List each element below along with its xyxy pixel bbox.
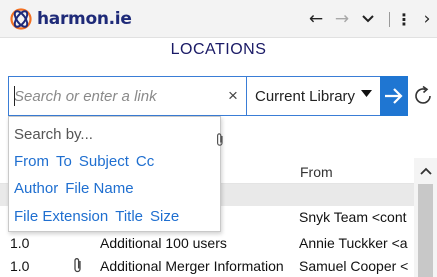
search-by-dropdown: Search by... From To Subject Cc Author F… xyxy=(8,116,221,232)
row-version: 1.0 xyxy=(10,235,30,251)
search-by-file-name[interactable]: File Name xyxy=(65,180,133,197)
paperclip-icon xyxy=(74,258,81,273)
attachment-column-icon xyxy=(217,133,223,146)
chevron-up-icon xyxy=(419,167,432,175)
search-by-row: From To Subject Cc xyxy=(14,153,154,170)
table-row[interactable]: 1.0 Additional Merger Information Samuel… xyxy=(0,255,414,277)
row-subject: Additional 100 users xyxy=(100,235,227,251)
search-by-size[interactable]: Size xyxy=(150,208,179,225)
search-by-row: Author File Name xyxy=(14,180,134,197)
arrow-right-icon xyxy=(385,88,403,104)
top-toolbar: harmon.ie ← → ⋮ › xyxy=(0,0,437,38)
search-scope-select[interactable]: Current Library xyxy=(247,76,380,116)
search-box[interactable]: × xyxy=(8,76,247,116)
row-from: Annie Tuckker <a xyxy=(299,235,408,251)
harmonie-logo-icon xyxy=(10,8,32,30)
caret-down-icon xyxy=(361,90,372,97)
toolbar-divider xyxy=(389,12,390,27)
search-by-title[interactable]: Title xyxy=(115,208,143,225)
column-header-from[interactable]: From xyxy=(300,164,333,180)
search-by-author[interactable]: Author xyxy=(14,180,58,197)
row-version: 1.0 xyxy=(10,258,30,274)
row-from: Snyk Team <cont xyxy=(299,209,407,225)
search-by-file-extension[interactable]: File Extension xyxy=(14,208,108,225)
row-from: Samuel Cooper < xyxy=(299,258,409,274)
scrollbar-thumb[interactable] xyxy=(418,184,433,277)
search-by-heading: Search by... xyxy=(14,126,93,143)
search-input[interactable] xyxy=(14,85,224,107)
clear-search-icon[interactable]: × xyxy=(228,86,238,106)
refresh-icon[interactable] xyxy=(411,84,435,108)
search-by-from[interactable]: From xyxy=(14,153,49,170)
scroll-up-icon[interactable] xyxy=(414,160,437,182)
forward-arrow-icon[interactable]: → xyxy=(331,6,353,32)
row-subject: Additional Merger Information xyxy=(100,258,284,274)
text-caret xyxy=(14,86,15,106)
search-by-to[interactable]: To xyxy=(56,153,72,170)
expand-chevron-icon[interactable]: › xyxy=(418,6,436,32)
more-options-icon[interactable]: ⋮ xyxy=(394,6,414,32)
table-row[interactable]: 1.0 Additional 100 users Annie Tuckker <… xyxy=(0,232,414,254)
search-go-button[interactable] xyxy=(380,76,408,116)
search-scope-value: Current Library xyxy=(255,87,356,105)
back-arrow-icon[interactable]: ← xyxy=(305,6,327,32)
logo-text: harmon.ie xyxy=(37,9,132,29)
search-by-row: File Extension Title Size xyxy=(14,208,179,225)
app-logo: harmon.ie xyxy=(10,8,132,30)
search-by-cc[interactable]: Cc xyxy=(136,153,154,170)
search-by-subject[interactable]: Subject xyxy=(79,153,129,170)
history-dropdown-icon[interactable] xyxy=(358,6,378,32)
chevron-down-icon xyxy=(362,15,374,23)
page-title: LOCATIONS xyxy=(170,41,267,58)
